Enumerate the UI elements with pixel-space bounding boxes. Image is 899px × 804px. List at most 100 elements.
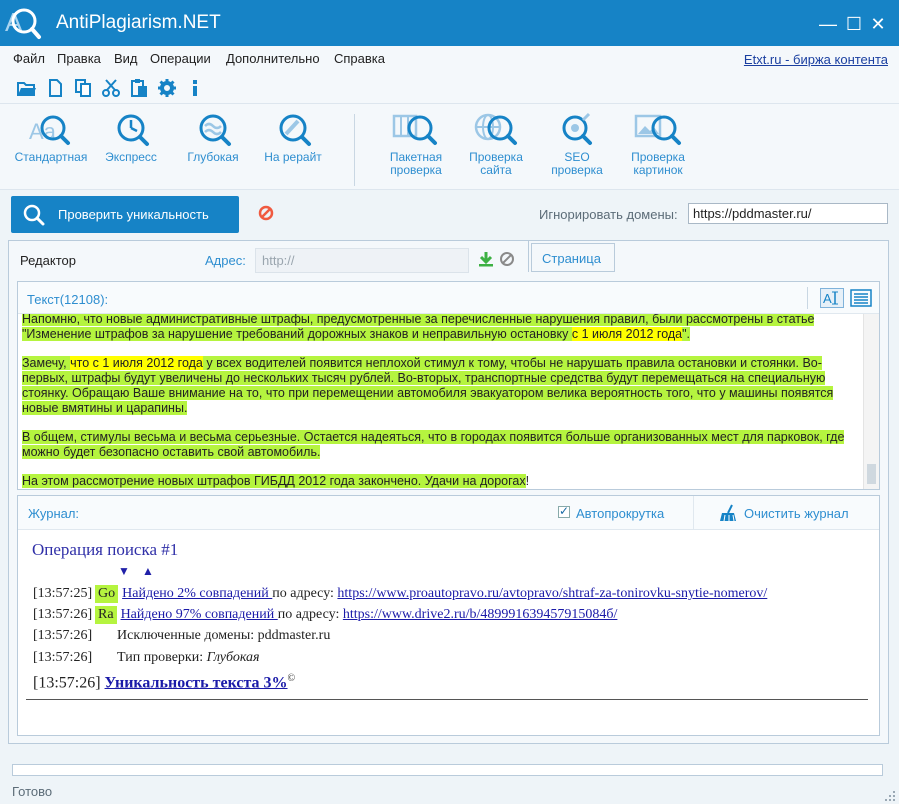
matched-text: Напомню, что новые административные штра… bbox=[22, 314, 815, 341]
site-check-label-2: сайта bbox=[480, 163, 512, 177]
menu-edit[interactable]: Правка bbox=[57, 51, 101, 66]
menu-file[interactable]: Файл bbox=[13, 51, 45, 66]
excluded-domains-text: Исключенные домены: pddmaster.ru bbox=[117, 628, 331, 643]
journal-label: Журнал: bbox=[28, 506, 80, 521]
address-input[interactable]: http:// bbox=[255, 248, 469, 273]
log-time: [13:57:26] bbox=[33, 674, 101, 692]
clear-journal-button[interactable]: Очистить журнал bbox=[744, 506, 849, 521]
toolbar-separator bbox=[354, 114, 355, 186]
standard-check-button[interactable]: Aa Стандартная bbox=[12, 112, 90, 164]
source-url-link[interactable]: https://www.drive2.ru/b/4899916394579150… bbox=[343, 607, 618, 622]
text-content[interactable]: Напомню, что новые административные штра… bbox=[18, 314, 863, 489]
ignore-domains-label: Игнорировать домены: bbox=[539, 207, 678, 222]
check-uniqueness-button[interactable]: Проверить уникальность bbox=[11, 196, 239, 233]
site-check-button[interactable]: Проверка сайта bbox=[464, 112, 528, 177]
batch-check-button[interactable]: Пакетная проверка bbox=[384, 112, 448, 177]
journal-row: [13:57:25] Go Найдено 2% совпадений по адр… bbox=[33, 585, 767, 603]
uniqueness-result: [13:57:26] Уникальность текста 3%© bbox=[33, 673, 295, 692]
log-time: [13:57:26] bbox=[33, 607, 93, 622]
paragraph-2: Замечу, что с 1 июля 2012 года у всех во… bbox=[22, 356, 859, 416]
autoscroll-checkbox[interactable] bbox=[558, 504, 570, 518]
journal-header: Журнал: Автопрокрутка Очистить журнал bbox=[18, 496, 879, 530]
uniqueness-result-link[interactable]: Уникальность текста 3% bbox=[105, 674, 288, 691]
text-format-icon[interactable]: A bbox=[820, 288, 844, 308]
log-time: [13:57:25] bbox=[33, 586, 93, 601]
search-engine-badge: Go bbox=[95, 585, 119, 603]
new-file-icon[interactable] bbox=[45, 78, 65, 98]
settings-icon[interactable] bbox=[157, 78, 177, 98]
paragraph-3: В общем, стимулы весьма и весьма серьезн… bbox=[22, 430, 859, 460]
match-link[interactable]: Найдено 2% совпадений bbox=[122, 586, 272, 601]
paste-icon[interactable] bbox=[129, 78, 149, 98]
deep-check-button[interactable]: Глубокая bbox=[182, 112, 244, 164]
close-button[interactable]: ✕ bbox=[866, 12, 890, 36]
text-scrollbar[interactable] bbox=[863, 314, 879, 489]
log-time: [13:57:26] bbox=[33, 650, 93, 665]
express-check-button[interactable]: Экспресс bbox=[100, 112, 162, 164]
paragraph-1: Напомню, что новые административные штра… bbox=[22, 314, 859, 342]
matched-text: На этом рассмотрение новых штрафов ГИБДД… bbox=[22, 474, 526, 488]
standard-check-icon: Aa bbox=[29, 115, 70, 145]
matched-text-yellow: что с 1 июля 2012 года bbox=[70, 356, 203, 370]
info-icon[interactable] bbox=[185, 78, 205, 98]
journal-header-separator bbox=[693, 496, 694, 530]
scrollbar-thumb[interactable] bbox=[867, 464, 876, 484]
search-icon bbox=[23, 204, 45, 226]
matched-text: Замечу, bbox=[22, 356, 71, 370]
rewrite-check-button[interactable]: На рерайт bbox=[259, 112, 327, 164]
collapse-up-icon[interactable]: ▲ bbox=[142, 564, 154, 579]
match-link[interactable]: Найдено 97% совпадений bbox=[121, 607, 278, 622]
etxt-link[interactable]: Etxt.ru - биржа контента bbox=[744, 52, 888, 67]
menu-operations[interactable]: Операции bbox=[150, 51, 211, 66]
menu-help[interactable]: Справка bbox=[334, 51, 385, 66]
check-uniqueness-label: Проверить уникальность bbox=[58, 207, 209, 222]
text-editor-box: Текст(12108): A Напомню, что новые админ… bbox=[17, 281, 880, 490]
images-check-label-2: картинок bbox=[633, 163, 683, 177]
list-view-icon[interactable] bbox=[850, 289, 872, 307]
rewrite-check-icon bbox=[279, 114, 311, 146]
log-time: [13:57:26] bbox=[33, 628, 93, 643]
minimize-button[interactable]: — bbox=[816, 12, 840, 36]
menu-bar: Файл Правка Вид Операции Дополнительно С… bbox=[0, 46, 899, 72]
rewrite-check-label: На рерайт bbox=[264, 150, 322, 164]
source-url-link[interactable]: https://www.proautopravo.ru/avtopravo/sh… bbox=[337, 586, 767, 601]
expand-down-icon[interactable]: ▼ bbox=[118, 564, 130, 579]
matched-text: В общем, стимулы весьма и весьма серьезн… bbox=[22, 430, 845, 459]
tab-page[interactable]: Страница bbox=[531, 243, 615, 272]
deep-check-label: Глубокая bbox=[187, 150, 239, 164]
app-logo-icon: A bbox=[5, 7, 41, 39]
search-engine-badge: Ra bbox=[95, 606, 117, 624]
images-check-button[interactable]: Проверка картинок bbox=[626, 112, 690, 177]
copyright-mark: © bbox=[287, 673, 296, 684]
express-check-icon bbox=[117, 114, 149, 146]
text-count-label: Текст(12108): bbox=[27, 292, 109, 307]
autoscroll-label[interactable]: Автопрокрутка bbox=[576, 506, 664, 521]
download-icon[interactable] bbox=[478, 251, 494, 267]
resize-grip-icon[interactable] bbox=[884, 790, 896, 802]
ignore-domains-input[interactable]: https://pddmaster.ru/ bbox=[688, 203, 888, 224]
journal-divider bbox=[26, 699, 868, 700]
journal-panel: Журнал: Автопрокрутка Очистить журнал Оп… bbox=[17, 495, 880, 736]
check-type-value: Глубокая bbox=[206, 650, 260, 665]
cut-icon[interactable] bbox=[101, 78, 121, 98]
copy-icon[interactable] bbox=[73, 78, 93, 98]
seo-check-button[interactable]: SEO проверка bbox=[545, 112, 609, 177]
cancel-icon[interactable] bbox=[499, 251, 515, 267]
folder-open-icon[interactable] bbox=[16, 78, 36, 98]
header-separator bbox=[807, 287, 808, 309]
stop-check-icon[interactable] bbox=[258, 205, 274, 221]
batch-check-icon bbox=[392, 114, 437, 145]
app-title: AntiPlagiarism.NET bbox=[56, 12, 221, 33]
express-check-label: Экспресс bbox=[105, 150, 157, 164]
tab-editor[interactable]: Редактор Адрес: http:// bbox=[8, 240, 529, 273]
menu-additional[interactable]: Дополнительно bbox=[226, 51, 320, 66]
check-type-toolbar: Aa Стандартная Экспресс Глубокая На рера… bbox=[0, 104, 899, 190]
svg-text:A: A bbox=[823, 291, 832, 306]
broom-icon[interactable] bbox=[718, 504, 738, 522]
tab-page-label: Страница bbox=[542, 251, 601, 266]
menu-view[interactable]: Вид bbox=[114, 51, 138, 66]
title-bar: A AntiPlagiarism.NET — ☐ ✕ bbox=[0, 0, 899, 46]
seo-check-icon bbox=[562, 112, 592, 145]
maximize-button[interactable]: ☐ bbox=[842, 12, 866, 36]
progress-bar bbox=[12, 764, 883, 776]
